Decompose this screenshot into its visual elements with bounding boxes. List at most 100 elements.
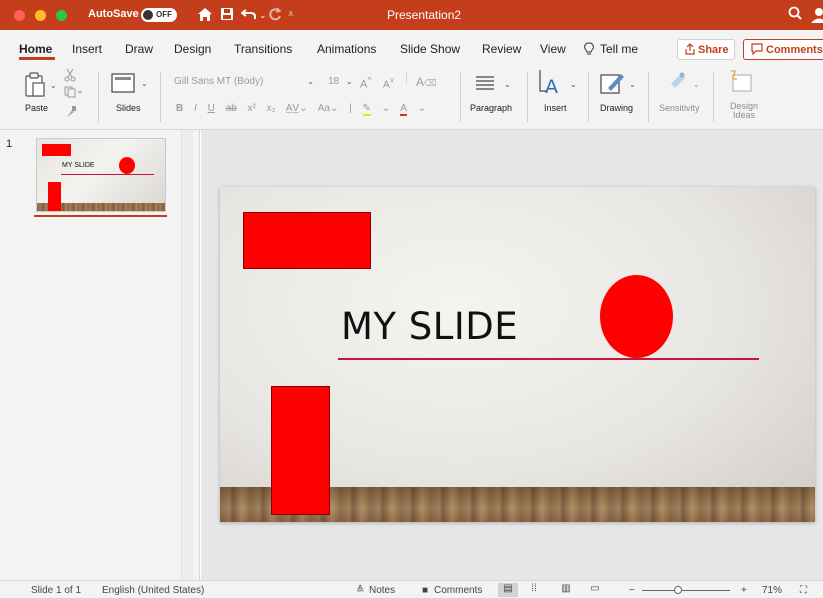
strikethrough-icon[interactable]: ab [226, 103, 237, 114]
autosave-toggle[interactable]: OFF [141, 8, 177, 22]
highlight-dropdown-icon[interactable]: ⌄ [382, 103, 390, 114]
comments-status-button[interactable]: Comments [434, 585, 482, 596]
normal-view-icon[interactable]: ▤ [498, 583, 518, 597]
slides-dropdown-icon[interactable]: ⌄ [141, 79, 148, 88]
subscript-icon[interactable]: x₂ [267, 103, 276, 114]
user-account-icon[interactable] [810, 6, 823, 24]
undo-icon[interactable] [240, 7, 257, 25]
font-size-dropdown-icon[interactable]: ⌄ [346, 77, 353, 86]
zoom-in-icon[interactable]: + [741, 585, 747, 596]
tab-view[interactable]: View [540, 42, 566, 56]
title-bar: AutoSave OFF ⌄ ⩡ Presentation2 [0, 0, 823, 30]
paste-icon[interactable] [24, 72, 46, 101]
close-window-button[interactable] [14, 10, 25, 21]
tab-draw[interactable]: Draw [125, 42, 153, 56]
autosave-label: AutoSave [88, 8, 139, 20]
insert-label: Insert [544, 103, 567, 113]
ribbon-divider [648, 72, 649, 122]
thumb-title: MY SLIDE [62, 162, 95, 169]
new-slide-icon[interactable] [111, 73, 135, 96]
rectangle-shape[interactable] [243, 212, 371, 269]
tab-home[interactable]: Home [19, 42, 52, 56]
notes-icon[interactable]: ≙ [356, 585, 364, 596]
format-painter-icon[interactable] [65, 105, 77, 122]
zoom-slider-handle[interactable] [674, 586, 682, 594]
text-box-icon[interactable]: A [539, 69, 563, 98]
sensitivity-icon[interactable] [667, 70, 689, 95]
minimize-window-button[interactable] [35, 10, 46, 21]
tab-slide-show[interactable]: Slide Show [400, 42, 460, 56]
document-title: Presentation2 [387, 8, 462, 22]
ribbon-divider [527, 72, 528, 122]
search-icon[interactable] [788, 6, 802, 24]
slide-title[interactable]: MY SLIDE [341, 305, 518, 348]
undo-dropdown-icon[interactable]: ⌄ [259, 10, 267, 21]
comment-icon[interactable]: ■ [422, 585, 428, 596]
home-icon[interactable] [197, 7, 213, 26]
thumb-line [61, 174, 154, 175]
tab-animations[interactable]: Animations [317, 42, 376, 56]
paragraph-dropdown-icon[interactable]: ⌄ [504, 80, 511, 89]
language-indicator[interactable]: English (United States) [102, 585, 204, 596]
copy-icon[interactable] [64, 86, 83, 101]
zoom-slider-track[interactable] [642, 590, 730, 591]
thumbnail-scrollbar[interactable] [181, 130, 193, 580]
tab-review[interactable]: Review [482, 42, 521, 56]
highlight-icon[interactable]: ✎ [362, 103, 371, 116]
decrease-font-size-icon[interactable]: A˅ [383, 75, 395, 90]
bold-icon[interactable]: B [176, 103, 183, 114]
reading-view-icon[interactable]: ▥ [556, 583, 576, 597]
design-ideas-label: Design Ideas [729, 101, 758, 120]
slide-thumbnail[interactable]: MY SLIDE [36, 138, 166, 212]
share-button[interactable]: Share [677, 39, 735, 60]
tab-insert[interactable]: Insert [72, 42, 102, 56]
cut-icon[interactable] [64, 68, 76, 85]
drawing-dropdown-icon[interactable]: ⌄ [629, 80, 636, 89]
font-name-select[interactable]: Gill Sans MT (Body) ⌄ [170, 73, 316, 91]
fit-to-window-icon[interactable]: ⛶ [800, 585, 807, 596]
font-color-dropdown-icon[interactable]: ⌄ [418, 103, 426, 114]
redo-icon[interactable] [268, 7, 282, 25]
ribbon-divider [98, 72, 99, 122]
ribbon-divider [460, 72, 461, 122]
tall-rectangle-shape[interactable] [271, 386, 330, 515]
tab-transitions[interactable]: Transitions [234, 42, 292, 56]
format-controls: B I U ab x² x₂ A̲V̲⌄ Aa⌄ | ✎ ⌄ A ⌄ [176, 103, 434, 116]
change-case-icon[interactable]: Aa⌄ [318, 103, 339, 114]
svg-text:A: A [545, 76, 558, 95]
superscript-icon[interactable]: x² [248, 103, 256, 114]
paste-dropdown-icon[interactable]: ⌄ [50, 81, 57, 90]
underline-icon[interactable]: U [208, 103, 215, 114]
slide-sorter-icon[interactable]: ⁞⁞ [524, 583, 544, 597]
slide-show-view-icon[interactable]: ▭ [585, 583, 605, 597]
comments-label: Comments [766, 44, 823, 56]
increase-font-size-icon[interactable]: A^ [360, 75, 372, 91]
save-icon[interactable] [220, 7, 234, 25]
ribbon-home: ⌄ Paste ⌄ Slides Gill Sans MT (Body) ⌄ 1… [0, 64, 823, 130]
character-spacing-icon[interactable]: A̲V̲⌄ [286, 103, 308, 114]
tab-design[interactable]: Design [174, 42, 211, 56]
paragraph-icon[interactable] [474, 75, 498, 94]
status-bar: Slide 1 of 1 English (United States) ≙ N… [0, 580, 823, 598]
share-icon [684, 43, 696, 58]
tell-me-search[interactable]: Tell me [600, 42, 638, 56]
comments-button[interactable]: Comments [743, 39, 823, 60]
drawing-icon[interactable] [600, 70, 626, 99]
design-ideas-icon[interactable] [727, 69, 753, 96]
font-color-icon[interactable]: A [400, 103, 407, 116]
customize-toolbar-icon[interactable]: ⩡ [288, 9, 294, 20]
slide-canvas[interactable]: MY SLIDE [220, 187, 815, 522]
insert-dropdown-icon[interactable]: ⌄ [570, 80, 577, 89]
paragraph-label: Paragraph [470, 103, 513, 113]
sensitivity-dropdown-icon[interactable]: ⌄ [693, 80, 700, 89]
notes-button[interactable]: Notes [369, 585, 395, 596]
zoom-level[interactable]: 71% [762, 585, 782, 596]
zoom-out-icon[interactable]: − [629, 585, 635, 596]
circle-shape[interactable] [600, 275, 673, 358]
thumbnail-selection-indicator [34, 215, 167, 217]
slide-counter: Slide 1 of 1 [31, 585, 82, 596]
italic-icon[interactable]: I [194, 103, 197, 114]
thumb-tall-rectangle-shape [48, 182, 61, 211]
clear-formatting-icon[interactable]: A⌫ [416, 75, 437, 89]
maximize-window-button[interactable] [56, 10, 67, 21]
